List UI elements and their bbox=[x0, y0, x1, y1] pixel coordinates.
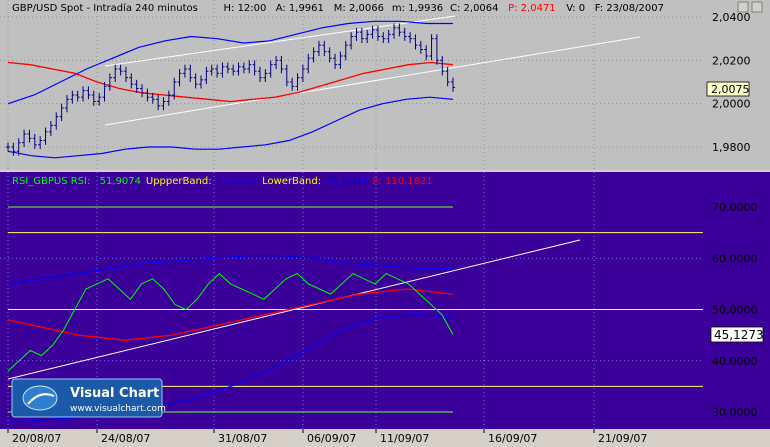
chart-canvas: GBP/USD Spot - Intradía 240 minutos H: 12… bbox=[0, 0, 770, 447]
x-tick-label: 24/08/07 bbox=[101, 432, 150, 445]
header-item: GBP/USD Spot - Intradía 240 minutos bbox=[12, 2, 198, 14]
logo-title: Visual Chart bbox=[70, 386, 159, 401]
x-tick-label: 16/09/07 bbox=[488, 432, 537, 445]
header-item: P: 110,1821 bbox=[372, 176, 432, 187]
logo-url: www.visualchart.com bbox=[70, 404, 166, 414]
y-tick-label: 70,0000 bbox=[712, 201, 758, 214]
header-item: M: 2,0066 bbox=[334, 3, 384, 14]
y-tick-label: 60,0000 bbox=[712, 252, 758, 265]
header-item: V: 0 bbox=[566, 3, 585, 14]
header-item: A: 1,9961 bbox=[276, 3, 324, 14]
y-tick-label: 1,9800 bbox=[712, 141, 751, 154]
x-tick-label: 06/09/07 bbox=[307, 432, 356, 445]
header-item: P: 2,0471 bbox=[508, 3, 556, 14]
header-item: 51,9074 bbox=[100, 176, 141, 187]
x-tick-label: 21/09/07 bbox=[598, 432, 647, 445]
price-header: GBP/USD Spot - Intradía 240 minutos H: 12… bbox=[12, 2, 664, 14]
visual-chart-logo: Visual Chart www.visualchart.com bbox=[11, 378, 166, 418]
y-tick-label: 2,0000 bbox=[712, 98, 751, 111]
rsi-last-value-badge: 45,1273 bbox=[710, 326, 764, 343]
rsi-last-value-label: 45,1273 bbox=[714, 328, 764, 342]
y-tick-label: 40,0000 bbox=[712, 355, 758, 368]
header-item: RSI_GBPUS RSI: bbox=[12, 176, 90, 187]
y-tick-label: 2,0400 bbox=[712, 11, 751, 24]
y-tick-label: 2,0200 bbox=[712, 54, 751, 67]
x-tick-label: 11/09/07 bbox=[380, 432, 429, 445]
header-item: LowerBand: bbox=[262, 176, 321, 187]
y-tick-label: 30,0000 bbox=[712, 406, 758, 419]
header-item: 70,0000 bbox=[216, 176, 257, 187]
x-tick-label: 31/08/07 bbox=[218, 432, 267, 445]
x-tick-label: 20/08/07 bbox=[12, 432, 61, 445]
y-tick-label: 50,0000 bbox=[712, 304, 758, 317]
header-item: 30,0000 bbox=[326, 176, 367, 187]
header-item: m: 1,9936 bbox=[392, 3, 443, 14]
header-item: F: 23/08/2007 bbox=[595, 3, 664, 14]
header-item: UppperBand: bbox=[146, 176, 212, 187]
header-item: H: 12:00 bbox=[224, 3, 267, 14]
header-item: C: 2,0064 bbox=[450, 3, 499, 14]
price-last-value-badge: 2,0075 bbox=[706, 81, 750, 97]
price-last-value-label: 2,0075 bbox=[711, 83, 750, 96]
